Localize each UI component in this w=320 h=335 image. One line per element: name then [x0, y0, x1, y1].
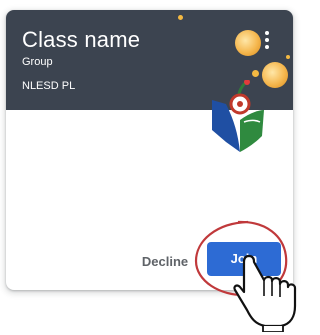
header-decoration-dot	[252, 70, 259, 77]
class-name[interactable]: Class name	[22, 27, 140, 53]
decline-button[interactable]: Decline	[134, 251, 196, 273]
class-section: Group	[22, 56, 53, 68]
more-vert-icon[interactable]	[262, 31, 272, 49]
school-logo-icon	[212, 80, 264, 152]
class-owner: NLESD PL	[22, 80, 76, 92]
join-button[interactable]: Join	[207, 242, 281, 276]
header-decoration-dot	[286, 55, 290, 59]
header-decoration-coin	[235, 30, 261, 56]
header-decoration-dot	[178, 15, 183, 20]
